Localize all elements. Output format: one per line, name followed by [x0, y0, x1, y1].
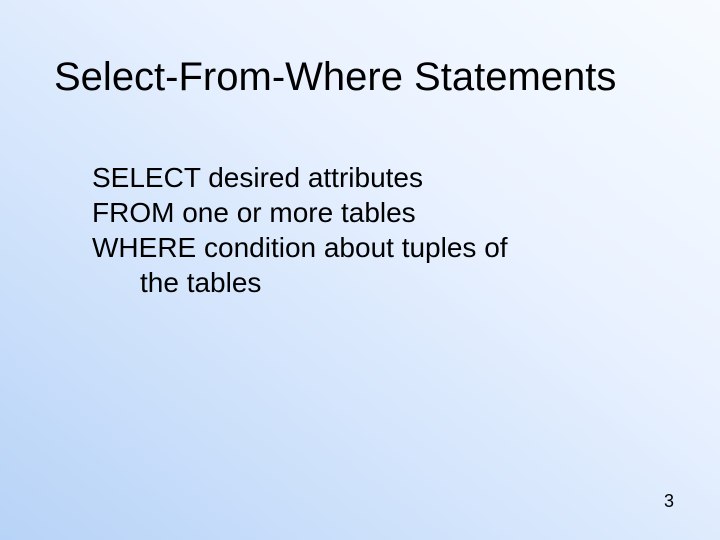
body-line-2: FROM one or more tables: [92, 195, 660, 230]
keyword-select: SELECT: [92, 162, 208, 193]
page-number: 3: [664, 491, 674, 512]
slide-title: Select-From-Where Statements: [54, 55, 680, 100]
keyword-where: WHERE: [92, 232, 204, 263]
text-select-args: desired attributes: [208, 162, 423, 193]
slide-body: SELECT desired attributes FROM one or mo…: [92, 160, 660, 300]
body-line-3: WHERE condition about tuples of: [92, 230, 660, 265]
text-from-args: one or more tables: [182, 197, 415, 228]
slide: Select-From-Where Statements SELECT desi…: [0, 0, 720, 540]
keyword-from: FROM: [92, 197, 182, 228]
body-line-1: SELECT desired attributes: [92, 160, 660, 195]
body-line-4: the tables: [140, 265, 660, 300]
text-where-args: condition about tuples of: [204, 232, 508, 263]
